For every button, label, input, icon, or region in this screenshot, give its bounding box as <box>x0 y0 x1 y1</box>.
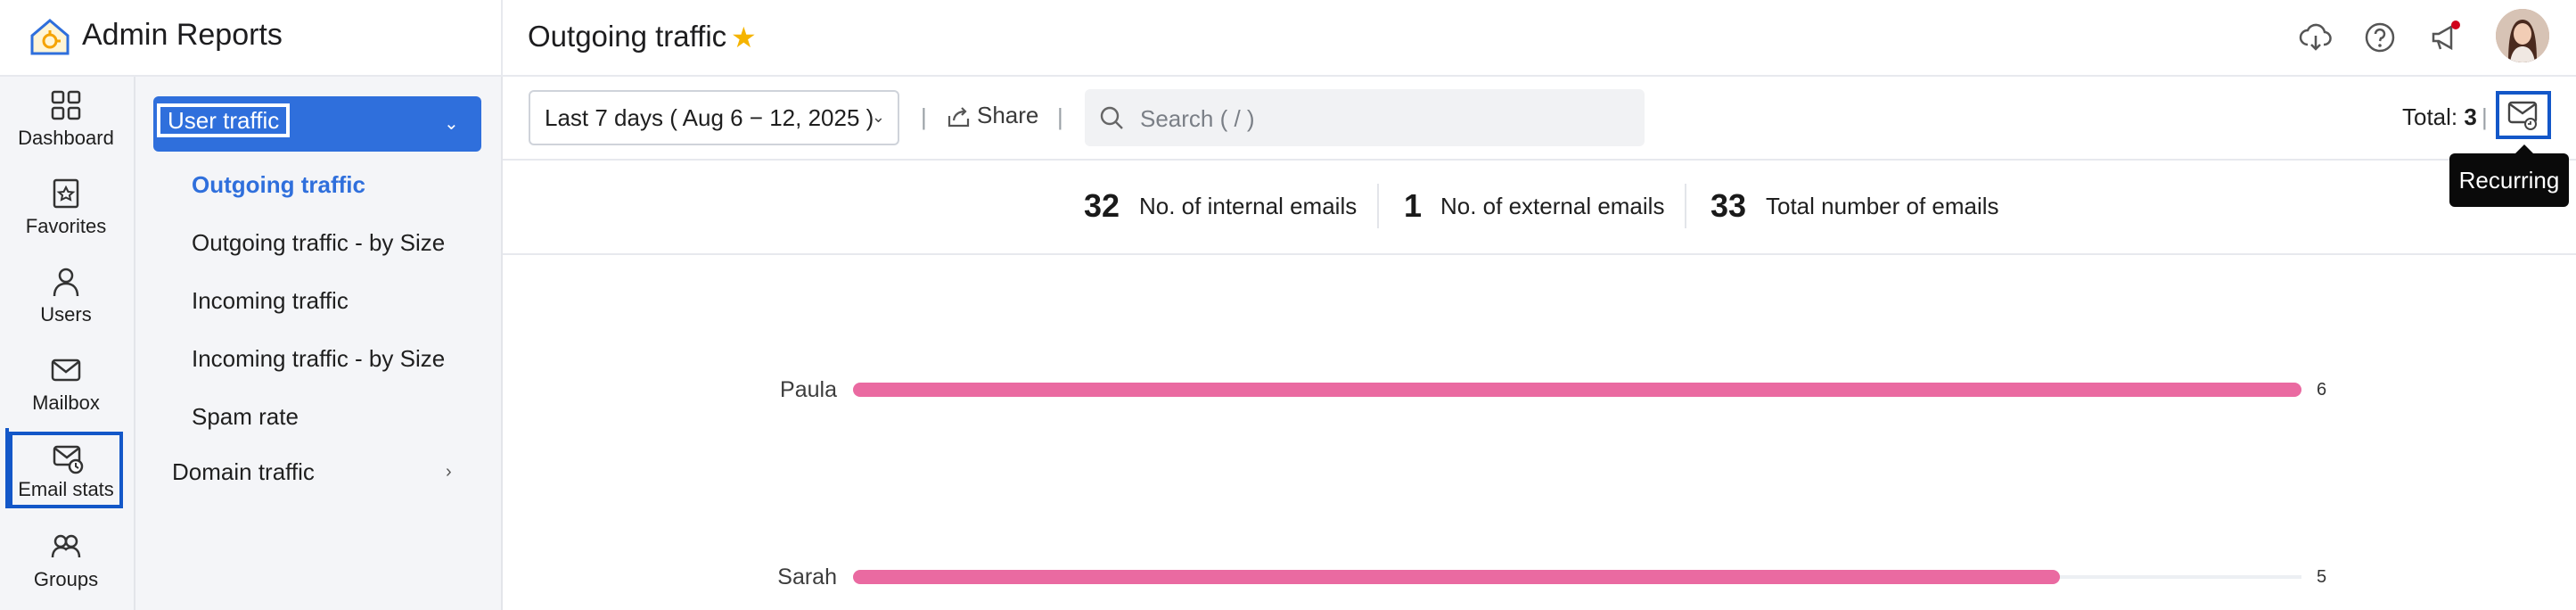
favorite-star-icon[interactable]: ★ <box>731 20 757 55</box>
date-range-label: Last 7 days ( Aug 6 − 12, 2025 ) <box>545 104 874 131</box>
user-traffic-label-highlight: User traffic <box>157 103 291 137</box>
groups-icon <box>51 534 81 558</box>
bar-label: Sarah <box>777 565 837 589</box>
nav-item-outgoing-traffic[interactable]: Outgoing traffic <box>192 171 365 199</box>
traffic-bar-chart <box>503 255 2576 610</box>
page-title: Outgoing traffic <box>528 20 727 53</box>
bar-label: Paula <box>780 377 837 402</box>
tooltip-arrow <box>2515 144 2533 153</box>
bar-value-label: 6 <box>2317 380 2327 400</box>
chevron-down-icon[interactable]: ⌄ <box>444 112 459 135</box>
search-icon <box>1100 106 1123 129</box>
stat-internal-value: 32 <box>1084 187 1120 224</box>
stat-internal-label: No. of internal emails <box>1139 193 1358 219</box>
rail-item-dashboard[interactable]: Dashboard <box>7 80 125 159</box>
separator: | <box>2482 103 2488 130</box>
nav-item-incoming-traffic[interactable]: Incoming traffic <box>192 287 349 315</box>
chevron-right-icon[interactable]: › <box>446 462 452 482</box>
nav-item-incoming-traffic-by-size[interactable]: Incoming traffic - by Size <box>192 345 445 373</box>
bar[interactable] <box>853 570 2061 584</box>
chevron-down-icon: ⌄ <box>871 108 885 126</box>
rail-label: Users <box>40 303 92 326</box>
mailbox-icon <box>51 359 81 382</box>
stat-external-value: 1 <box>1404 187 1423 224</box>
email-stats-icon <box>53 445 84 474</box>
rail-label: Groups <box>33 568 99 590</box>
share-button[interactable]: Share <box>977 102 1038 129</box>
help-icon[interactable] <box>2362 20 2398 55</box>
nav-group-domain-traffic[interactable]: Domain traffic <box>172 458 315 486</box>
recurring-button[interactable] <box>2496 91 2551 139</box>
top-bar: Admin Reports Outgoing traffic ★ <box>0 0 2576 77</box>
total-value: 3 <box>2464 103 2477 130</box>
rail-label: Dashboard <box>18 127 114 149</box>
total-label: Total: <box>2402 103 2458 130</box>
group-label: User traffic <box>168 107 280 134</box>
dashboard-icon <box>51 90 81 120</box>
stat-divider <box>1685 184 1686 228</box>
app-title: Admin Reports <box>82 18 283 52</box>
sub-navigation <box>135 77 503 610</box>
rail-item-email-stats[interactable]: Email stats <box>9 432 123 508</box>
favorites-icon <box>53 178 79 209</box>
stat-external-label: No. of external emails <box>1440 193 1665 219</box>
announcement-icon[interactable] <box>2426 20 2462 55</box>
rail-item-users[interactable]: Users <box>7 257 125 335</box>
search-box[interactable] <box>1085 89 1645 146</box>
stat-total-value: 33 <box>1710 187 1747 224</box>
stat-total-label: Total number of emails <box>1766 193 1999 219</box>
user-avatar-icon <box>2496 9 2549 62</box>
user-icon <box>53 268 79 297</box>
rail-label: Favorites <box>25 215 107 237</box>
recurring-icon <box>2507 101 2538 130</box>
cloud-download-icon[interactable] <box>2298 20 2334 55</box>
rail-item-groups[interactable]: Groups <box>7 522 125 600</box>
share-icon[interactable] <box>947 105 972 128</box>
nav-item-outgoing-traffic-by-size[interactable]: Outgoing traffic - by Size <box>192 229 445 257</box>
nav-item-spam-rate[interactable]: Spam rate <box>192 403 299 431</box>
bar[interactable] <box>853 383 2301 397</box>
rail-item-favorites[interactable]: Favorites <box>7 169 125 247</box>
divider <box>501 0 503 75</box>
rail-label: Mailbox <box>32 392 100 414</box>
rail-label: Email stats <box>18 478 114 500</box>
admin-reports-logo-icon <box>30 19 70 55</box>
search-input[interactable] <box>1138 100 1623 137</box>
avatar[interactable] <box>2496 9 2549 62</box>
separator: | <box>921 103 927 130</box>
notification-dot-icon <box>2451 21 2460 29</box>
total-count: Total: 3 <box>2402 103 2477 131</box>
rail-item-mailbox[interactable]: Mailbox <box>7 345 125 424</box>
date-range-select[interactable]: Last 7 days ( Aug 6 − 12, 2025 ) ⌄ <box>529 90 899 145</box>
stat-divider <box>1377 184 1379 228</box>
separator: | <box>1057 103 1063 130</box>
bar-value-label: 5 <box>2317 567 2327 587</box>
